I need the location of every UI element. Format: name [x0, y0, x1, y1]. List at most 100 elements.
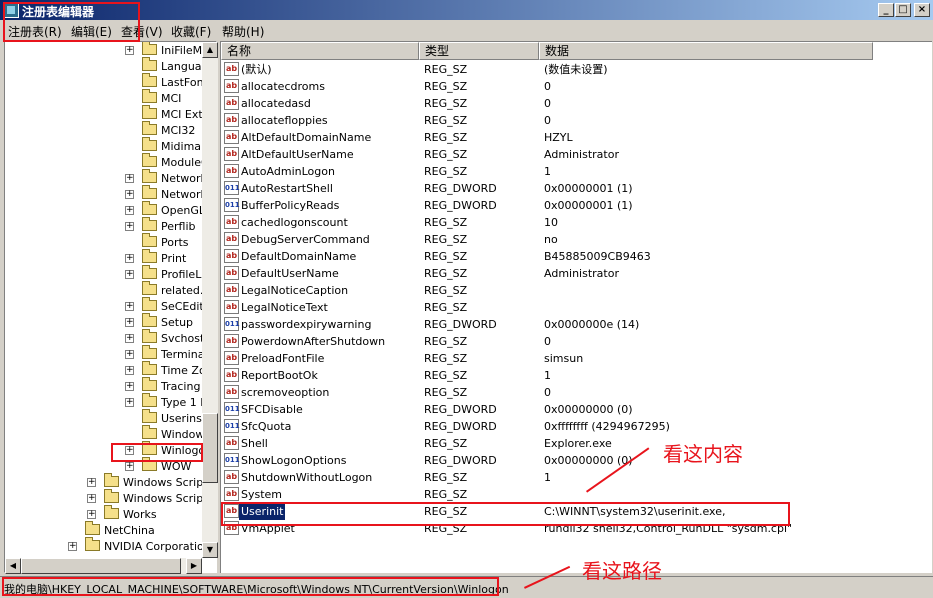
- value-row[interactable]: ab System REG_SZ: [221, 486, 932, 503]
- expand-toggle[interactable]: +: [125, 366, 134, 375]
- value-row[interactable]: ab allocatecdroms REG_SZ 0: [221, 78, 932, 95]
- tree-item[interactable]: MCI32: [142, 121, 195, 139]
- value-row[interactable]: 011 BufferPolicyReads REG_DWORD 0x00000001 …: [221, 197, 932, 214]
- expand-toggle[interactable]: +: [125, 398, 134, 407]
- value-name: allocatefloppies: [241, 114, 328, 127]
- tree-item[interactable]: Network: [142, 185, 202, 203]
- value-row[interactable]: 011 ShowLogonOptions REG_DWORD 0x00000000 (…: [221, 452, 932, 469]
- value-row[interactable]: ab scremoveoption REG_SZ 0: [221, 384, 932, 401]
- tree-item[interactable]: MCI Ext: [142, 105, 202, 123]
- scroll-up-button[interactable]: ▲: [202, 42, 218, 58]
- expand-toggle[interactable]: +: [125, 350, 134, 359]
- tree-item[interactable]: NetChina: [85, 521, 155, 539]
- expand-toggle[interactable]: +: [125, 174, 134, 183]
- value-type: REG_SZ: [424, 335, 468, 348]
- tree-item[interactable]: Windows Script: [104, 473, 202, 491]
- tree-item[interactable]: Midimap: [142, 137, 202, 155]
- expand-toggle[interactable]: +: [125, 302, 134, 311]
- tree-item[interactable]: ProfileLi: [142, 265, 202, 283]
- scroll-right-button[interactable]: ▶: [186, 558, 202, 574]
- value-row[interactable]: ab ReportBootOk REG_SZ 1: [221, 367, 932, 384]
- tree-item[interactable]: Window: [142, 425, 202, 443]
- expand-toggle[interactable]: +: [125, 206, 134, 215]
- value-row[interactable]: 011 passwordexpirywarning REG_DWORD 0x00000…: [221, 316, 932, 333]
- string-value-icon: ab: [224, 436, 239, 450]
- expand-toggle[interactable]: +: [87, 478, 96, 487]
- expand-toggle[interactable]: +: [87, 494, 96, 503]
- column-header-type[interactable]: 类型: [419, 42, 539, 60]
- expand-toggle[interactable]: +: [125, 334, 134, 343]
- value-row[interactable]: ab LegalNoticeText REG_SZ: [221, 299, 932, 316]
- tree-item[interactable]: Perflib: [142, 217, 196, 235]
- folder-icon: [142, 281, 157, 295]
- tree-item-label: Windows Scripti: [123, 492, 202, 505]
- tree-item[interactable]: LastFon: [142, 73, 202, 91]
- value-type: REG_SZ: [424, 471, 468, 484]
- tree-item[interactable]: Network: [142, 169, 202, 187]
- tree-item[interactable]: NVIDIA Corporation: [85, 537, 202, 555]
- value-row[interactable]: ab PowerdownAfterShutdown REG_SZ 0: [221, 333, 932, 350]
- column-header-name[interactable]: 名称: [221, 42, 419, 60]
- tree-item[interactable]: SeCEdit: [142, 297, 202, 315]
- value-row[interactable]: ab allocatedasd REG_SZ 0: [221, 95, 932, 112]
- value-type: REG_SZ: [424, 131, 468, 144]
- scroll-left-button[interactable]: ◀: [5, 558, 21, 574]
- tree-item[interactable]: Languag: [142, 57, 202, 75]
- expand-toggle[interactable]: +: [125, 46, 134, 55]
- expand-toggle[interactable]: +: [125, 382, 134, 391]
- value-row[interactable]: ab cachedlogonscount REG_SZ 10: [221, 214, 932, 231]
- value-row[interactable]: ab Shell REG_SZ Explorer.exe: [221, 435, 932, 452]
- tree-hscroll-thumb[interactable]: [21, 558, 181, 574]
- string-value-icon: ab: [224, 113, 239, 127]
- expand-toggle[interactable]: +: [125, 462, 134, 471]
- minimize-button[interactable]: _: [878, 3, 894, 17]
- menu-help[interactable]: 帮助(H): [222, 23, 264, 40]
- tree-item[interactable]: Time Zo: [142, 361, 202, 379]
- tree-item[interactable]: Tracing: [142, 377, 200, 395]
- tree-item[interactable]: Svchost: [142, 329, 202, 347]
- tree-vertical-scrollbar[interactable]: ▲ ▼: [202, 42, 218, 558]
- expand-toggle[interactable]: +: [125, 190, 134, 199]
- expand-toggle[interactable]: +: [125, 318, 134, 327]
- value-type: REG_SZ: [424, 63, 468, 76]
- value-row[interactable]: ab ShutdownWithoutLogon REG_SZ 1: [221, 469, 932, 486]
- tree-item[interactable]: Windows Scripti: [104, 489, 202, 507]
- value-row[interactable]: ab DefaultDomainName REG_SZ B45885009CB9463: [221, 248, 932, 265]
- value-row[interactable]: ab DefaultUserName REG_SZ Administrator: [221, 265, 932, 282]
- tree-item[interactable]: IniFileMa: [142, 42, 202, 59]
- close-button[interactable]: ×: [914, 3, 930, 17]
- tree-item[interactable]: OpenGL: [142, 201, 202, 219]
- expand-toggle[interactable]: +: [87, 510, 96, 519]
- value-type: REG_DWORD: [424, 420, 497, 433]
- menu-favorites[interactable]: 收藏(F): [171, 23, 211, 40]
- expand-toggle[interactable]: +: [68, 542, 77, 551]
- value-row[interactable]: ab AltDefaultDomainName REG_SZ HZYL: [221, 129, 932, 146]
- expand-toggle[interactable]: +: [125, 254, 134, 263]
- tree-item[interactable]: Works: [104, 505, 157, 523]
- tree-item[interactable]: ModuleC: [142, 153, 202, 171]
- value-row[interactable]: ab AltDefaultUserName REG_SZ Administrator: [221, 146, 932, 163]
- tree-horizontal-scrollbar[interactable]: ◀ ▶: [5, 558, 202, 574]
- tree-item[interactable]: Type 1 I: [142, 393, 202, 411]
- column-header-data[interactable]: 数据: [539, 42, 873, 60]
- value-row[interactable]: ab PreloadFontFile REG_SZ simsun: [221, 350, 932, 367]
- value-row[interactable]: ab AutoAdminLogon REG_SZ 1: [221, 163, 932, 180]
- tree-item[interactable]: Userinst: [142, 409, 202, 427]
- value-row[interactable]: 011 SFCDisable REG_DWORD 0x00000000 (0): [221, 401, 932, 418]
- tree-item[interactable]: Termina: [142, 345, 202, 363]
- value-row[interactable]: ab DebugServerCommand REG_SZ no: [221, 231, 932, 248]
- tree-scroll-thumb[interactable]: [202, 413, 218, 483]
- maximize-button[interactable]: □: [895, 3, 911, 17]
- value-name: AltDefaultDomainName: [241, 131, 372, 144]
- value-type: REG_SZ: [424, 267, 468, 280]
- value-row[interactable]: ab allocatefloppies REG_SZ 0: [221, 112, 932, 129]
- tree-item[interactable]: related.: [142, 281, 202, 299]
- value-row[interactable]: ab LegalNoticeCaption REG_SZ: [221, 282, 932, 299]
- value-row[interactable]: 011 AutoRestartShell REG_DWORD 0x00000001 (…: [221, 180, 932, 197]
- expand-toggle[interactable]: +: [125, 222, 134, 231]
- expand-toggle[interactable]: +: [125, 270, 134, 279]
- content-annotation: 看这内容: [663, 442, 743, 466]
- scroll-down-button[interactable]: ▼: [202, 542, 218, 558]
- value-row[interactable]: ab (默认) REG_SZ (数值未设置): [221, 61, 932, 78]
- value-row[interactable]: 011 SfcQuota REG_DWORD 0xffffffff (42949672…: [221, 418, 932, 435]
